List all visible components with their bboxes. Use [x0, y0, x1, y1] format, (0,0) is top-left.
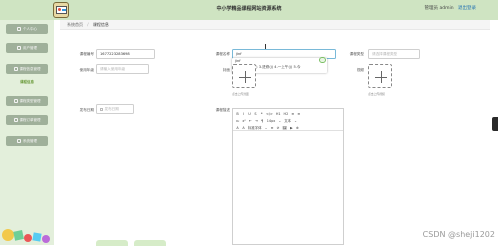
logout-link[interactable]: 退出登录	[458, 6, 476, 11]
publish-time-label: 发布日期	[64, 108, 94, 113]
user-icon	[17, 27, 21, 31]
grade-input[interactable]: 请输入使用年级	[96, 64, 149, 74]
users-icon	[17, 46, 21, 50]
course-no-input[interactable]: 1677223283698	[96, 49, 155, 59]
toolbar-button[interactable]: ▶	[290, 126, 293, 131]
course-no-label: 课程编号	[64, 52, 94, 57]
video-label: 视频	[334, 68, 364, 73]
toolbar-button[interactable]: ≡	[291, 112, 294, 117]
toolbar-button[interactable]: ⊗	[296, 126, 299, 131]
toolbar-button[interactable]: 🖼	[283, 126, 287, 131]
publish-time-placeholder: 发布日期	[105, 107, 119, 111]
details-label: 课程描述	[200, 108, 230, 113]
sidebar: 系统首页 个人中心 用户管理 课程信息管理 课程信息 课程类型管理 课程订单管理…	[0, 0, 54, 245]
sidebar-item-label: 用户管理	[23, 46, 37, 51]
toolbar-button[interactable]: ⇤	[249, 119, 252, 124]
watermark: CSDN @sheji1202	[423, 230, 495, 239]
cover-upload-hint: 点击上传封面	[232, 92, 249, 96]
cover-upload-button[interactable]	[232, 64, 256, 88]
rich-text-editor[interactable]: BIUS❝</>H1H2≡≡ x₂x²⇤⇥¶14px⌄文本⌄ AA标准字体⌄≡⊘…	[232, 108, 344, 245]
toolbar-button[interactable]: H2	[284, 112, 289, 117]
editor-toolbar: BIUS❝</>H1H2≡≡ x₂x²⇤⇥¶14px⌄文本⌄ AA标准字体⌄≡⊘…	[233, 109, 343, 131]
toolbar-button[interactable]: I	[242, 112, 245, 117]
toolbar-button[interactable]: U	[248, 112, 251, 117]
toolbar-row-1: BIUS❝</>H1H2≡≡	[236, 111, 340, 117]
sidebar-item-label: 课程信息	[20, 80, 34, 85]
toolbar-row-2: x₂x²⇤⇥¶14px⌄文本⌄	[236, 118, 340, 124]
toolbar-button[interactable]: x₂	[236, 119, 239, 124]
toolbar-button[interactable]: ≡	[297, 112, 300, 117]
publish-time-input[interactable]: 发布日期	[96, 104, 134, 114]
video-upload-hint: 点击上传视频	[368, 92, 385, 96]
grade-label: 使用年级	[64, 68, 94, 73]
toolbar-button[interactable]: A	[236, 126, 239, 131]
gear-icon	[17, 139, 21, 143]
sidebar-item-label: 课程订单管理	[20, 118, 41, 123]
video-upload-button[interactable]	[368, 64, 392, 88]
course-type-select[interactable]: 请选择课程类型	[368, 49, 420, 59]
toolbar-button[interactable]: ⇥	[255, 119, 258, 124]
course-name-label: 课程名称	[200, 52, 230, 57]
sidebar-item-label: 系统管理	[23, 139, 37, 144]
cancel-button[interactable]	[134, 240, 166, 246]
toolbar-button[interactable]: 标准字体	[248, 126, 262, 131]
cover-label: 封面	[200, 68, 230, 73]
toolbar-button[interactable]: S	[254, 112, 257, 117]
toolbar-button[interactable]: ⌄	[265, 126, 268, 131]
order-icon	[14, 118, 18, 122]
breadcrumb-home[interactable]: 系统首页	[67, 22, 83, 27]
toolbar-row-3: AA标准字体⌄≡⊘🖼▶⊗	[236, 125, 340, 131]
breadcrumb-separator: /	[87, 22, 88, 27]
sidebar-item-orders[interactable]: 课程订单管理	[6, 115, 48, 125]
sidebar-item-system[interactable]: 系统管理	[6, 136, 48, 146]
toolbar-button[interactable]: ¶	[261, 119, 264, 124]
toolbar-button[interactable]: H1	[276, 112, 281, 117]
sidebar-illustration	[0, 215, 54, 245]
toolbar-button[interactable]: 14px	[267, 119, 275, 124]
sidebar-item-course-management[interactable]: 课程信息管理	[6, 64, 48, 74]
list-icon	[14, 99, 18, 103]
user-label: 管理员 admin	[425, 6, 454, 11]
toolbar-button[interactable]: ≡	[271, 126, 274, 131]
sidebar-item-course-types[interactable]: 课程类型管理	[6, 96, 48, 106]
sidebar-item-label: 课程类型管理	[20, 99, 41, 104]
toolbar-button[interactable]: x²	[242, 119, 245, 124]
toolbar-button[interactable]: ⊘	[277, 126, 280, 131]
toolbar-button[interactable]: ⌄	[278, 119, 281, 124]
submit-button[interactable]	[96, 240, 128, 246]
toolbar-button[interactable]: A	[242, 126, 245, 131]
toolbar-button[interactable]: ❝	[260, 112, 263, 117]
user-area: 管理员 admin 退出登录	[422, 5, 476, 11]
scroll-side-tab[interactable]	[492, 117, 498, 131]
calendar-icon	[100, 108, 103, 111]
sidebar-item-users[interactable]: 用户管理	[6, 43, 48, 53]
breadcrumb: 系统首页 / 课程信息	[60, 20, 490, 30]
sidebar-item-profile[interactable]: 个人中心	[6, 24, 48, 34]
toolbar-button[interactable]: 文本	[284, 119, 291, 124]
toolbar-button[interactable]: ⌄	[294, 119, 297, 124]
toolbar-button[interactable]: </>	[266, 112, 273, 117]
toolbar-button[interactable]: B	[236, 112, 239, 117]
ime-mode-icon[interactable]	[319, 57, 326, 63]
sidebar-item-label: 课程信息管理	[20, 67, 41, 72]
sidebar-item-label: 个人中心	[23, 27, 37, 32]
book-icon	[14, 67, 18, 71]
text-cursor	[265, 44, 266, 49]
sidebar-subitem-course-info[interactable]: 课程信息	[6, 77, 48, 87]
breadcrumb-current: 课程信息	[93, 22, 109, 27]
ime-composition: jinf	[235, 59, 241, 63]
course-type-label: 课程类型	[334, 52, 364, 57]
